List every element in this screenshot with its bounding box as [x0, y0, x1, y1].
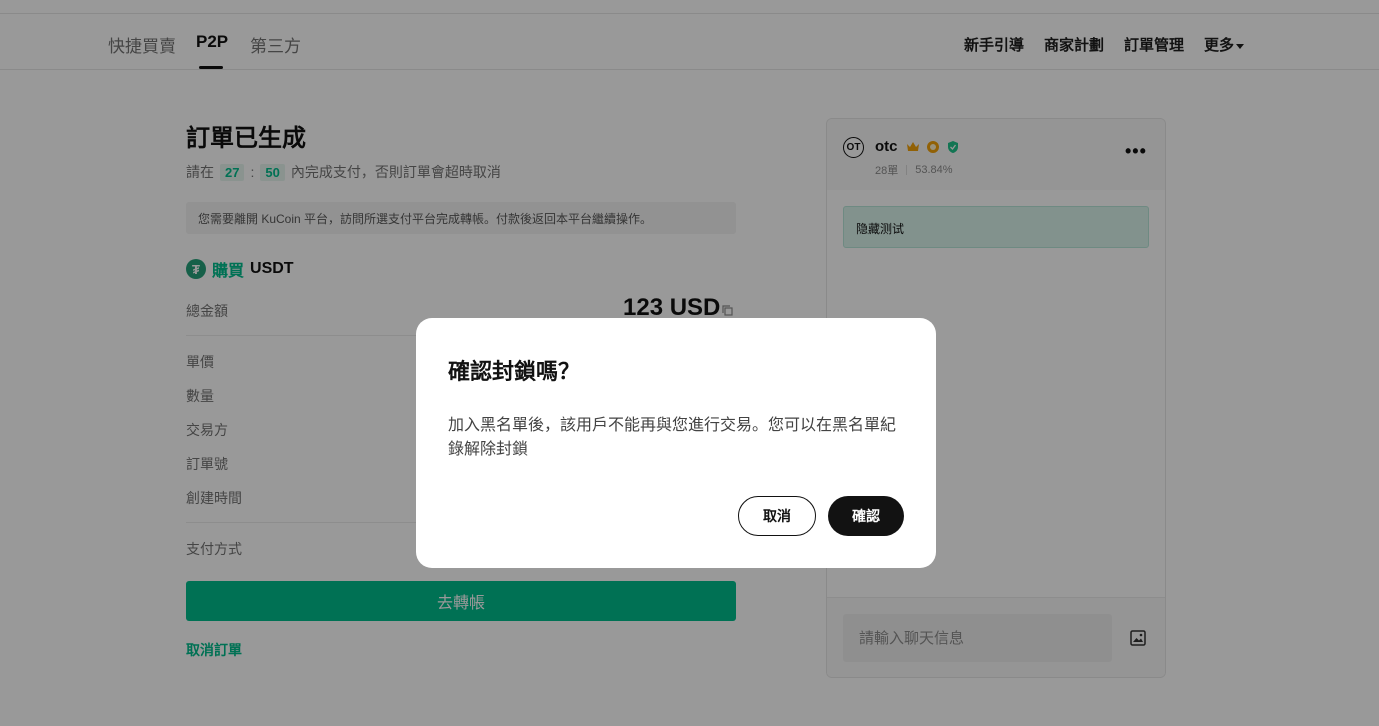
- block-confirm-dialog: 確認封鎖嗎？ 加入黑名單後，該用戶不能再與您進行交易。您可以在黑名單紀錄解除封鎖…: [416, 318, 936, 568]
- dialog-title: 確認封鎖嗎？: [448, 359, 581, 384]
- confirm-button[interactable]: 確認: [828, 496, 904, 536]
- dialog-message: 加入黑名單後，該用戶不能再與您進行交易。您可以在黑名單紀錄解除封鎖: [448, 417, 897, 458]
- cancel-button[interactable]: 取消: [738, 496, 816, 536]
